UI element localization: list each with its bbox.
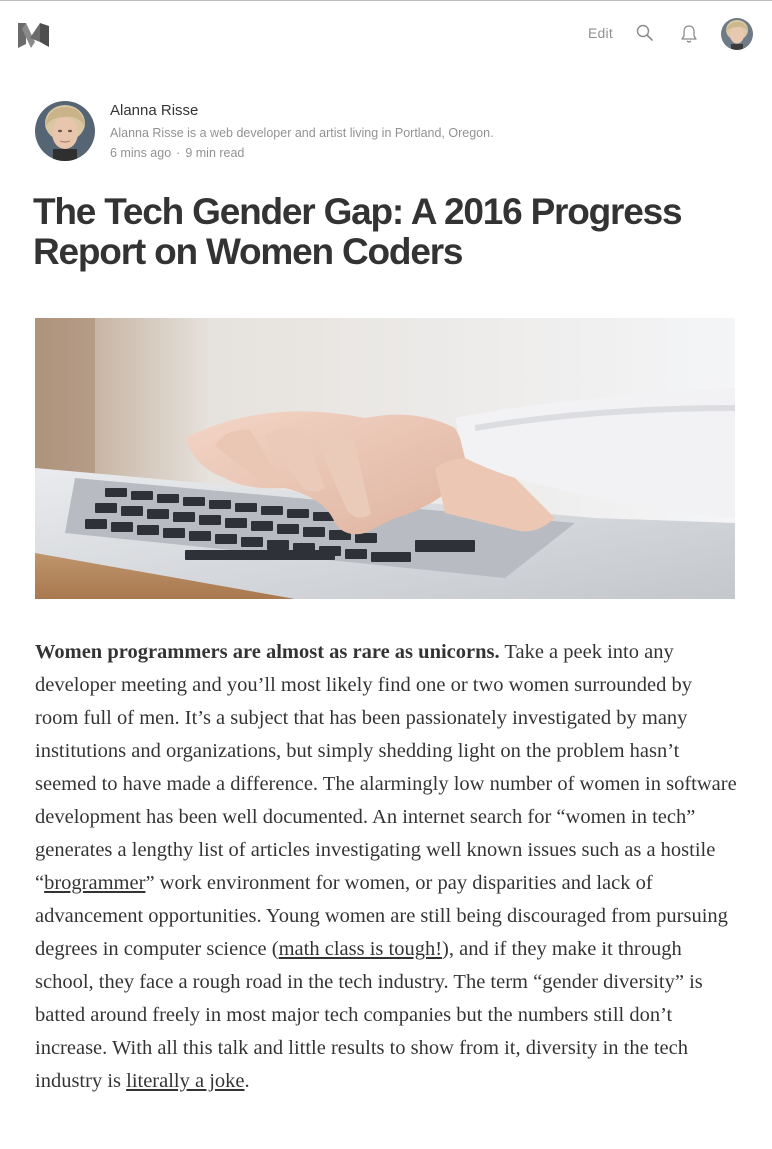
meta-separator: ·: [176, 146, 181, 160]
author-portrait-icon: [35, 101, 95, 161]
link-math-class[interactable]: math class is tough!: [279, 938, 442, 960]
avatar-portrait-icon: [721, 18, 753, 50]
link-literally-a-joke[interactable]: literally a joke: [126, 1070, 244, 1092]
post-meta: 6 mins ago · 9 min read: [110, 146, 244, 160]
top-navbar: Edit: [0, 1, 772, 65]
author-bio: Alanna Risse is a web developer and arti…: [110, 126, 494, 140]
article-title: The Tech Gender Gap: A 2016 Progress Rep…: [33, 191, 683, 272]
hands-typing-on-laptop-image: [35, 318, 735, 599]
search-icon[interactable]: [636, 24, 654, 42]
author-block: Alanna Risse Alanna Risse is a web devel…: [35, 101, 735, 163]
read-time: 9 min read: [185, 146, 245, 160]
edit-link[interactable]: Edit: [588, 25, 613, 41]
author-avatar[interactable]: [35, 101, 95, 161]
medium-logo-icon[interactable]: [17, 20, 50, 48]
paragraph-text-4: .: [244, 1070, 250, 1092]
bell-icon[interactable]: [680, 24, 698, 44]
article-paragraph: Women programmers are almost as rare as …: [35, 636, 737, 1098]
author-name[interactable]: Alanna Risse: [110, 102, 198, 119]
paragraph-text-1: Take a peek into any developer meeting a…: [35, 641, 737, 894]
link-brogrammer[interactable]: brogrammer: [44, 872, 145, 894]
paragraph-text-3: ), and if they make it through school, t…: [35, 938, 703, 1092]
paragraph-lead: Women programmers are almost as rare as …: [35, 641, 500, 663]
hero-image: [35, 318, 735, 599]
user-avatar[interactable]: [721, 18, 753, 50]
post-time[interactable]: 6 mins ago: [110, 146, 171, 160]
